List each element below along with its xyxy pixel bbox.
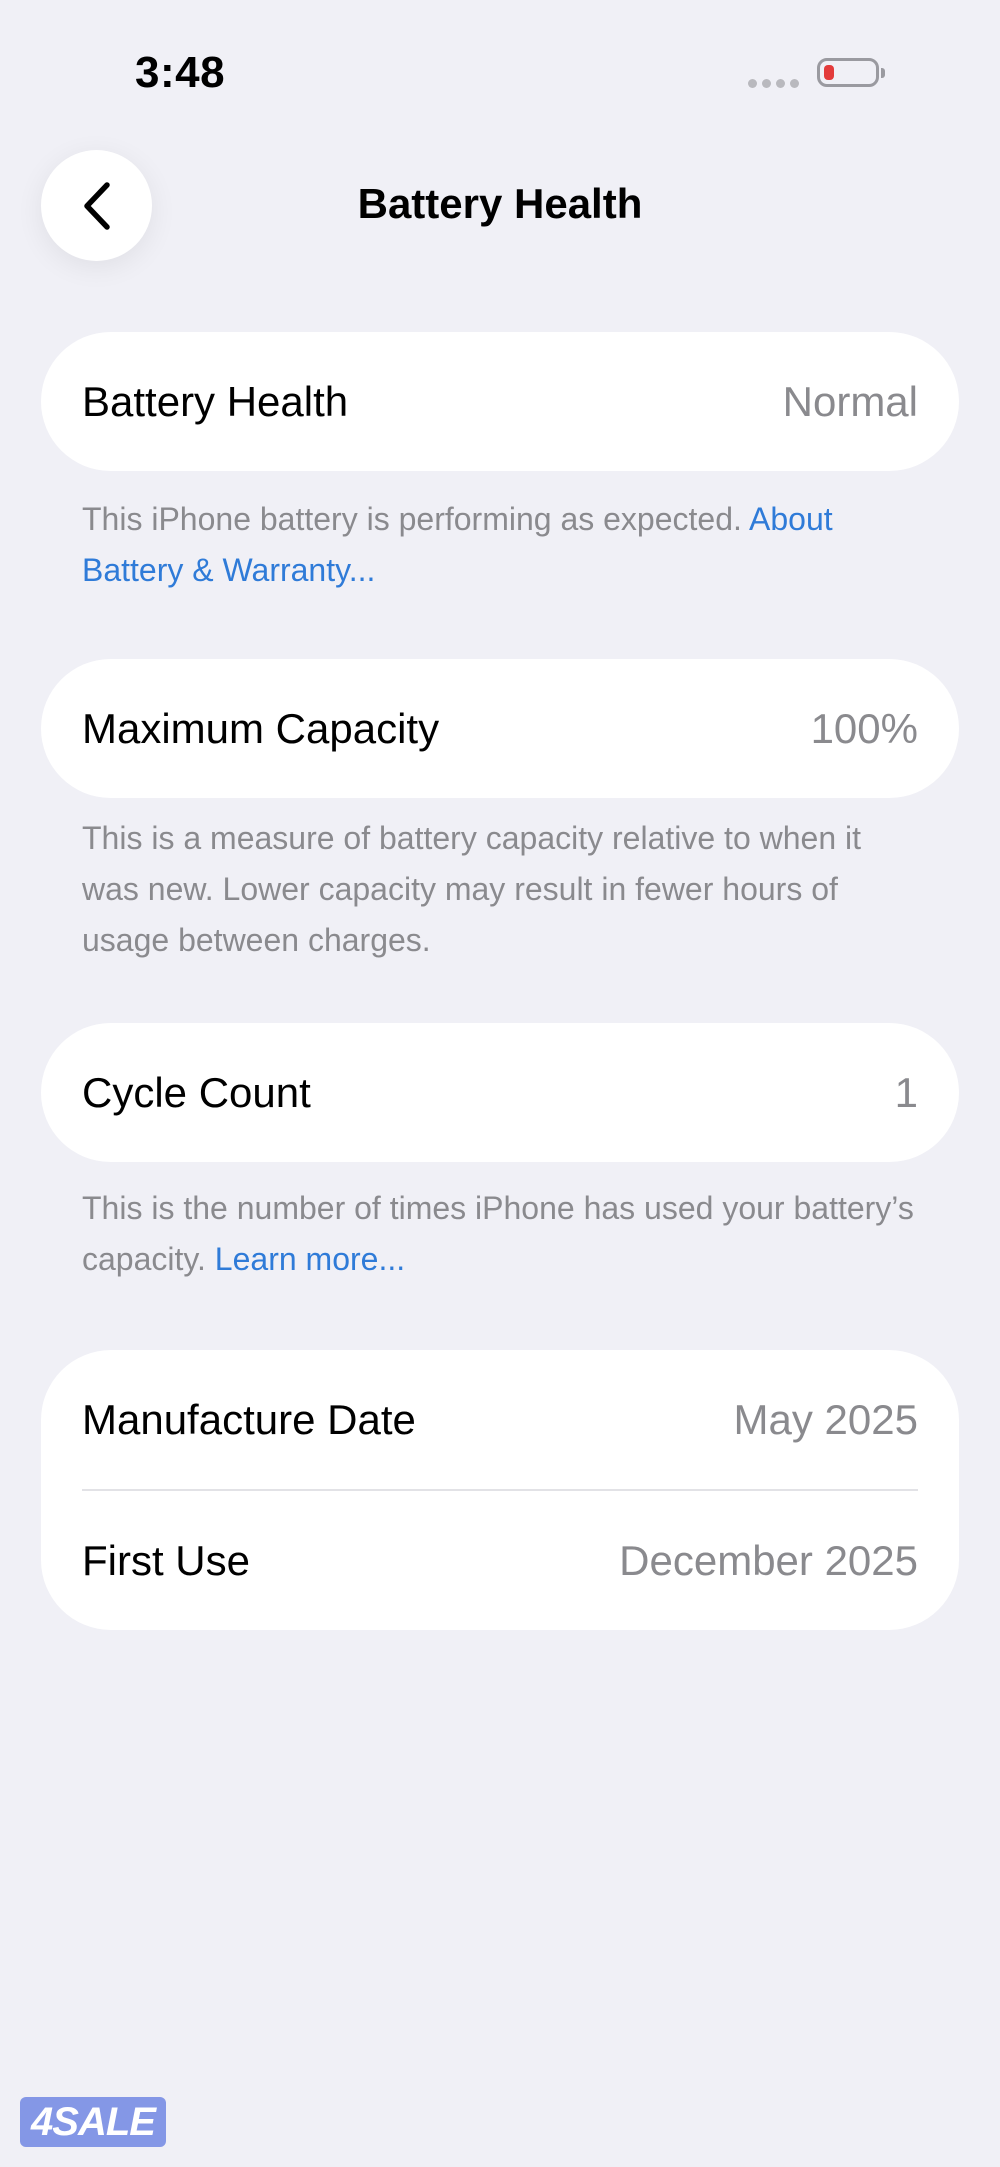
battery-icon <box>817 58 885 87</box>
manufacture-date-label: Manufacture Date <box>82 1395 416 1443</box>
battery-health-row: Battery Health Normal <box>41 332 959 471</box>
status-time: 3:48 <box>135 48 226 97</box>
status-bar: 3:48 <box>0 0 1000 140</box>
battery-health-footnote: This iPhone battery is performing as exp… <box>82 494 918 596</box>
maximum-capacity-footnote: This is a measure of battery capacity re… <box>82 820 862 958</box>
maximum-capacity-label: Maximum Capacity <box>82 704 440 752</box>
cycle-count-card: Cycle Count 1 <box>41 1023 959 1162</box>
cycle-count-label: Cycle Count <box>82 1068 311 1116</box>
cellular-signal-icon <box>748 79 799 88</box>
battery-health-label: Battery Health <box>82 377 349 425</box>
first-use-label: First Use <box>82 1536 250 1584</box>
first-use-row: First Use December 2025 <box>41 1491 959 1630</box>
learn-more-link[interactable]: Learn more... <box>215 1241 405 1277</box>
battery-health-card: Battery Health Normal <box>41 332 959 471</box>
maximum-capacity-card: Maximum Capacity 100% <box>41 659 959 798</box>
dates-card: Manufacture Date May 2025 First Use Dece… <box>41 1350 959 1630</box>
manufacture-date-row: Manufacture Date May 2025 <box>41 1350 959 1489</box>
battery-health-footnote-text: This iPhone battery is performing as exp… <box>82 501 750 537</box>
maximum-capacity-value: 100% <box>810 704 918 752</box>
watermark-logo: 4SALE <box>20 2097 166 2147</box>
cycle-count-footnote: This is the number of times iPhone has u… <box>82 1183 918 1285</box>
manufacture-date-value: May 2025 <box>733 1395 918 1443</box>
cycle-count-footnote-text: This is the number of times iPhone has u… <box>82 1190 914 1277</box>
battery-health-value: Normal <box>782 377 918 425</box>
cycle-count-value: 1 <box>894 1068 918 1116</box>
battery-level-fill <box>824 65 834 80</box>
cycle-count-row: Cycle Count 1 <box>41 1023 959 1162</box>
first-use-value: December 2025 <box>619 1536 918 1584</box>
page-title: Battery Health <box>357 180 643 227</box>
maximum-capacity-row: Maximum Capacity 100% <box>41 659 959 798</box>
